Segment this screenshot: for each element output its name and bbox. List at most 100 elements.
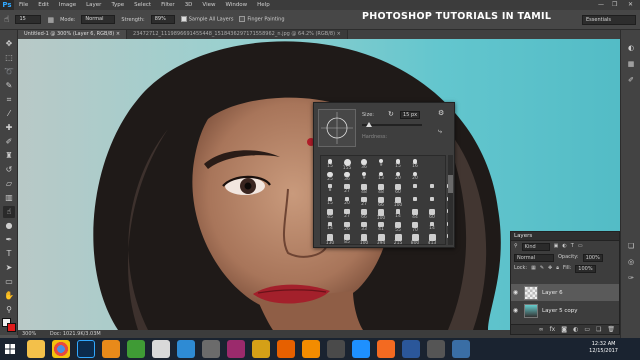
cortana-icon[interactable] xyxy=(202,340,220,358)
ie-icon[interactable] xyxy=(352,340,370,358)
adobe-ai-icon[interactable] xyxy=(377,340,395,358)
lock-all-icon[interactable]: 🔒︎ xyxy=(556,263,559,274)
zoom-tool-icon[interactable]: ⚲ xyxy=(3,304,15,316)
close-button[interactable]: ✕ xyxy=(628,0,633,10)
fx-icon[interactable]: fx xyxy=(550,326,556,333)
brush-preset[interactable]: 130 xyxy=(323,233,337,249)
swatches-panel-icon[interactable]: ▦ xyxy=(625,58,637,70)
new-layer-icon[interactable]: ❏ xyxy=(596,326,601,333)
path-select-tool-icon[interactable]: ➤ xyxy=(3,262,15,274)
maximize-button[interactable]: ❐ xyxy=(612,0,617,10)
eraser-tool-icon[interactable]: ▱ xyxy=(3,178,15,190)
mode-select[interactable]: Normal xyxy=(81,15,116,24)
slider-handle[interactable] xyxy=(366,122,372,127)
brush-tool-icon[interactable]: ✐ xyxy=(3,136,15,148)
photoshop-icon[interactable] xyxy=(77,340,95,358)
trash-icon[interactable]: 🗑︎ xyxy=(607,326,615,333)
camtasia-icon[interactable] xyxy=(127,340,145,358)
opacity-field[interactable]: 100% xyxy=(582,253,603,262)
zoom-level[interactable]: 300% xyxy=(22,331,36,337)
chat-icon[interactable] xyxy=(177,340,195,358)
firefox-icon[interactable] xyxy=(277,340,295,358)
lock-pixels-icon[interactable]: ▦ xyxy=(531,263,536,274)
new-preset-icon[interactable]: ⤷ xyxy=(438,127,442,136)
menu-view[interactable]: View xyxy=(197,0,220,10)
brush-panel-icon[interactable]: ✐ xyxy=(625,74,637,86)
folder-icon[interactable]: ▭ xyxy=(584,326,590,333)
reset-angle-icon[interactable]: ↻ xyxy=(388,110,394,118)
type-tool-icon[interactable]: T xyxy=(3,248,15,260)
minimize-button[interactable]: — xyxy=(598,0,604,10)
workspace-switcher[interactable]: Essentials xyxy=(582,15,636,25)
brush-preset[interactable]: 394 xyxy=(374,233,388,249)
size-field[interactable]: 15 px xyxy=(400,111,420,119)
strength-field[interactable]: 89% xyxy=(150,15,175,24)
winrar-icon[interactable] xyxy=(227,340,245,358)
size-slider[interactable] xyxy=(362,122,422,127)
menu-image[interactable]: Image xyxy=(54,0,81,10)
lock-paint-icon[interactable]: ✎ xyxy=(540,263,544,274)
menu-edit[interactable]: Edit xyxy=(33,0,54,10)
filter-type-icon[interactable]: T xyxy=(571,241,574,252)
eyedropper-tool-icon[interactable]: ⁄ xyxy=(3,108,15,120)
healing-brush-tool-icon[interactable]: ✚ xyxy=(3,122,15,134)
quick-select-tool-icon[interactable]: ✎ xyxy=(3,80,15,92)
file-explorer-icon[interactable] xyxy=(27,340,45,358)
brush-preset[interactable]: 215 xyxy=(391,233,405,249)
presets-scrollbar[interactable] xyxy=(448,155,453,245)
brush-angle-preview[interactable] xyxy=(318,109,356,147)
visibility-eye-icon[interactable]: ◉ xyxy=(511,289,520,296)
dodge-tool-icon[interactable]: ● xyxy=(3,220,15,232)
pen-tool-icon[interactable]: ✒ xyxy=(3,234,15,246)
chrome-icon[interactable] xyxy=(52,340,70,358)
brush-preset[interactable]: 800 xyxy=(408,233,422,249)
finger-painting-checkbox[interactable]: Finger Painting xyxy=(239,16,285,23)
paint-icon[interactable] xyxy=(152,340,170,358)
network-icon[interactable] xyxy=(327,340,345,358)
menu-3d[interactable]: 3D xyxy=(180,0,198,10)
gear-icon[interactable]: ⚙ xyxy=(438,109,444,117)
brush-preset[interactable]: 85 xyxy=(340,233,354,249)
menu-type[interactable]: Type xyxy=(106,0,129,10)
brush-size-field[interactable]: 15 xyxy=(15,15,42,24)
link-icon[interactable]: ∞ xyxy=(539,326,544,333)
fill-field[interactable]: 100% xyxy=(575,264,596,273)
brush-preset[interactable]: 413 xyxy=(425,233,439,249)
menu-help[interactable]: Help xyxy=(252,0,275,10)
hand-tool-icon[interactable]: ✋ xyxy=(3,290,15,302)
menu-window[interactable]: Window xyxy=(220,0,252,10)
sample-all-layers-checkbox[interactable]: Sample All Layers xyxy=(180,16,233,23)
filter-adjustment-icon[interactable]: ◐ xyxy=(562,241,566,252)
blend-mode-select[interactable]: Normal xyxy=(514,253,554,262)
layer-row[interactable]: ◉ Layer 5 copy xyxy=(511,302,619,319)
filter-pixel-icon[interactable]: ▣ xyxy=(554,241,559,252)
tab-untitled-1[interactable]: Untitled-1 @ 300% (Layer 6, RGB/8) × xyxy=(18,30,128,39)
gradient-tool-icon[interactable]: ▥ xyxy=(3,192,15,204)
tab-photo-jpg[interactable]: 23472712_1119896691455448_15184362971715… xyxy=(127,30,348,39)
kind-select[interactable]: Kind xyxy=(521,242,550,251)
video-icon[interactable] xyxy=(252,340,270,358)
color-panel-icon[interactable]: ◐ xyxy=(625,42,637,54)
shape-tool-icon[interactable]: ▭ xyxy=(3,276,15,288)
vlc-icon[interactable] xyxy=(302,340,320,358)
smudge-tool-icon[interactable]: ☝ xyxy=(4,15,9,25)
lasso-tool-icon[interactable]: ➰ xyxy=(3,66,15,78)
adjust-icon[interactable]: ◐ xyxy=(573,326,578,333)
system-clock[interactable]: 12:32 AM 12/15/2017 xyxy=(589,341,618,355)
paths-panel-icon[interactable]: ✑ xyxy=(625,272,637,284)
history-brush-tool-icon[interactable]: ↺ xyxy=(3,164,15,176)
crop-tool-icon[interactable]: ⌗ xyxy=(3,94,15,106)
menu-file[interactable]: File xyxy=(14,0,33,10)
filter-shape-icon[interactable]: ▭ xyxy=(578,241,583,252)
menu-filter[interactable]: Filter xyxy=(156,0,180,10)
layers-panel-title[interactable]: Layers xyxy=(511,232,619,241)
smudge-tool-icon[interactable]: ☝ xyxy=(3,206,15,218)
layer-name[interactable]: Layer 6 xyxy=(542,290,563,296)
brush-panel-toggle-icon[interactable]: ▦ xyxy=(47,16,54,24)
scroll-thumb[interactable] xyxy=(448,175,453,193)
mask-icon[interactable]: ◙ xyxy=(561,326,567,333)
screen-icon[interactable] xyxy=(452,340,470,358)
marquee-tool-icon[interactable]: ⬚ xyxy=(3,52,15,64)
menu-select[interactable]: Select xyxy=(129,0,156,10)
camera-icon[interactable] xyxy=(427,340,445,358)
